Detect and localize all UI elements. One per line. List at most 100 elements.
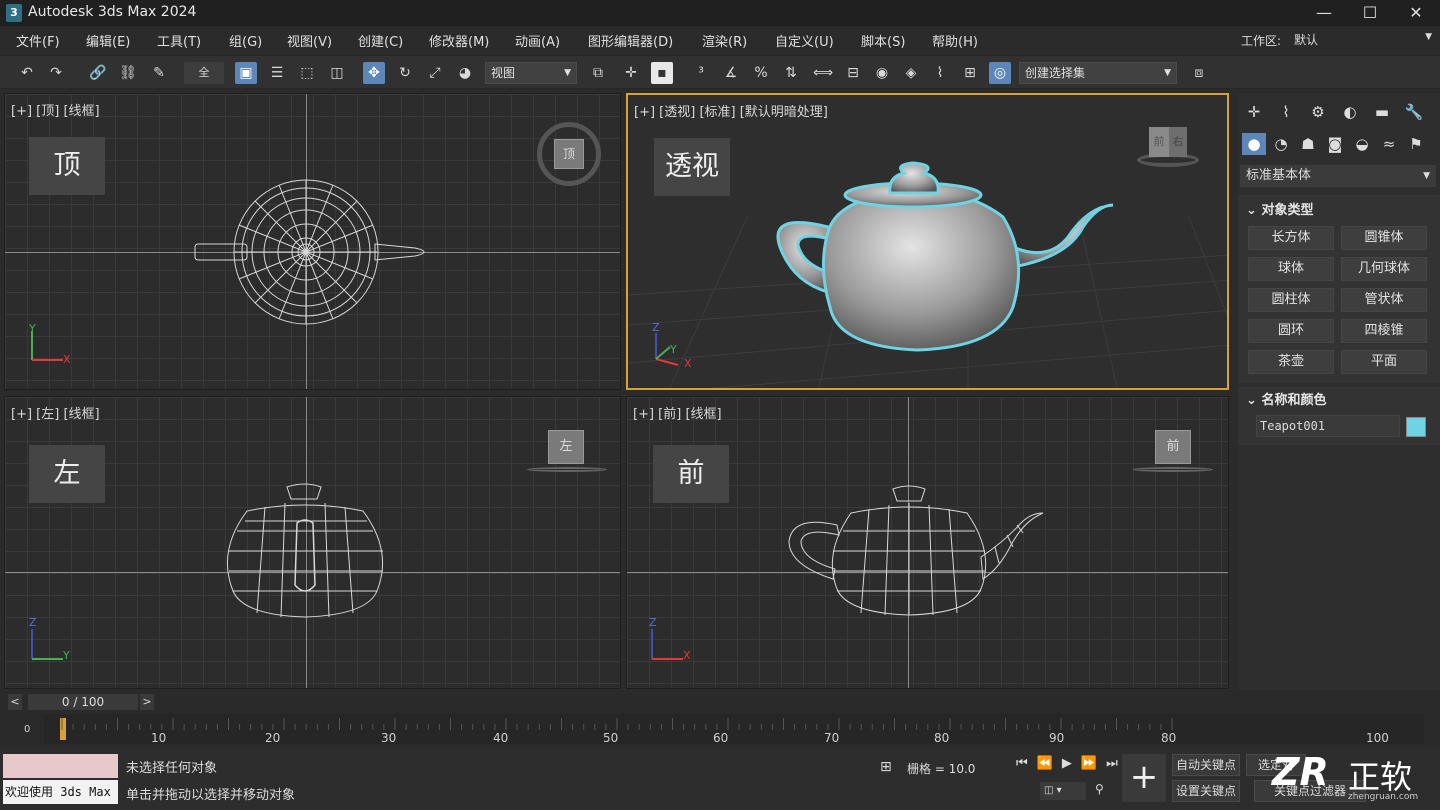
- viewport-left[interactable]: [+] [左] [线框] 左 左 Z Y: [4, 396, 621, 689]
- mirror-icon[interactable]: ⟺: [812, 62, 834, 84]
- teapot-top-wireframe[interactable]: [185, 174, 435, 334]
- move-icon[interactable]: ✥: [363, 62, 385, 84]
- pyramid-button[interactable]: 四棱锥: [1341, 319, 1427, 343]
- object-type-rollout-header[interactable]: ⌄ 对象类型: [1246, 199, 1313, 218]
- go-to-start-icon[interactable]: ⏮: [1016, 756, 1028, 771]
- workspace-dropdown[interactable]: 默认 ▼: [1290, 29, 1436, 49]
- set-key-button[interactable]: 设置关键点: [1172, 780, 1240, 802]
- set-key-plus-button[interactable]: +: [1122, 754, 1166, 802]
- time-slider[interactable]: 0 / 100: [28, 694, 138, 710]
- named-selection-set-dropdown[interactable]: 创建选择集 ▼: [1019, 62, 1177, 84]
- select-by-name-icon[interactable]: ☰: [266, 62, 288, 84]
- maxscript-listener-input[interactable]: [3, 754, 118, 778]
- pivot-icon[interactable]: ⧉: [587, 62, 609, 84]
- timeline-next-button[interactable]: >: [140, 694, 154, 710]
- sphere-button[interactable]: 球体: [1248, 257, 1334, 281]
- box-button[interactable]: 长方体: [1248, 226, 1334, 250]
- place-icon[interactable]: ◕: [454, 62, 476, 84]
- go-to-end-icon[interactable]: ⏭: [1106, 756, 1118, 771]
- selection-filter-icon[interactable]: 全: [184, 62, 224, 84]
- auto-key-button[interactable]: 自动关键点: [1172, 754, 1240, 776]
- menu-graph-editors[interactable]: 图形编辑器(D): [588, 31, 673, 50]
- previous-frame-icon[interactable]: ⏪: [1037, 756, 1053, 771]
- snaps-toggle-icon[interactable]: ³: [690, 62, 712, 84]
- viewcube[interactable]: 前 右: [1137, 125, 1199, 169]
- timeline-prev-button[interactable]: <: [8, 694, 22, 710]
- lights-icon[interactable]: ☗: [1296, 133, 1320, 155]
- viewport-top[interactable]: [+] [顶] [线框] 顶 顶 Y X: [4, 93, 621, 390]
- current-frame-field[interactable]: ◫ ▾: [1040, 782, 1086, 800]
- spinner-snap-icon[interactable]: ⇅: [780, 62, 802, 84]
- window-crossing-icon[interactable]: ◫: [326, 62, 348, 84]
- minimize-button[interactable]: —: [1301, 0, 1347, 26]
- helpers-icon[interactable]: ◒: [1350, 133, 1374, 155]
- teapot-button[interactable]: 茶壶: [1248, 350, 1334, 374]
- rect-selection-icon[interactable]: ⬚: [296, 62, 318, 84]
- viewcube[interactable]: 顶: [537, 122, 601, 186]
- object-name-field[interactable]: Teapot001: [1256, 415, 1400, 437]
- modify-tab-icon[interactable]: ⌇: [1274, 101, 1298, 123]
- geosphere-button[interactable]: 几何球体: [1341, 257, 1427, 281]
- curve-editor-icon[interactable]: ⌇: [929, 62, 951, 84]
- reference-coord-dropdown[interactable]: 视图 ▼: [485, 62, 577, 84]
- systems-icon[interactable]: ⚑: [1404, 133, 1428, 155]
- geometry-icon[interactable]: ●: [1242, 133, 1266, 155]
- manipulate-icon[interactable]: ✛: [620, 62, 642, 84]
- unlink-icon[interactable]: ⛓: [117, 62, 139, 84]
- plane-button[interactable]: 平面: [1341, 350, 1427, 374]
- hierarchy-tab-icon[interactable]: ⚙: [1306, 101, 1330, 123]
- teapot-left-wireframe[interactable]: [217, 481, 397, 621]
- viewcube-face[interactable]: 前: [1155, 430, 1191, 464]
- menu-scripting[interactable]: 脚本(S): [861, 31, 905, 50]
- viewport-perspective[interactable]: [+] [透视] [标准] [默认明暗处理] 透视 前 右 Z Y X: [626, 93, 1229, 390]
- redo-icon[interactable]: ↷: [45, 62, 67, 84]
- viewport-label[interactable]: [+] [顶] [线框]: [11, 100, 100, 119]
- viewcube-face-front[interactable]: 前: [1149, 127, 1169, 157]
- percent-snap-icon[interactable]: %: [750, 62, 772, 84]
- next-frame-icon[interactable]: ⏩: [1081, 756, 1097, 771]
- shapes-icon[interactable]: ◔: [1269, 133, 1293, 155]
- layer-explorer-icon[interactable]: ◈: [900, 62, 922, 84]
- align-icon[interactable]: ⊟: [842, 62, 864, 84]
- link-icon[interactable]: 🔗: [87, 62, 109, 84]
- material-editor-icon[interactable]: ◎: [989, 62, 1011, 84]
- viewcube-face[interactable]: 顶: [554, 139, 584, 169]
- object-color-swatch[interactable]: [1406, 417, 1426, 437]
- key-mode-icon[interactable]: ⚲: [1095, 782, 1104, 796]
- viewport-front[interactable]: [+] [前] [线框] 前 前 Z X: [626, 396, 1229, 689]
- close-button[interactable]: ✕: [1393, 0, 1439, 26]
- cameras-icon[interactable]: ◙: [1323, 133, 1347, 155]
- menu-tools[interactable]: 工具(T): [157, 31, 201, 50]
- spacewarps-icon[interactable]: ≈: [1377, 133, 1401, 155]
- viewcube-face[interactable]: 左: [548, 430, 584, 464]
- maxscript-output[interactable]: 欢迎使用 3ds Max: [3, 780, 118, 804]
- angle-snap-icon[interactable]: ∡: [720, 62, 742, 84]
- undo-icon[interactable]: ↶: [16, 62, 38, 84]
- menu-create[interactable]: 创建(C): [358, 31, 403, 50]
- select-object-icon[interactable]: ▣: [235, 62, 257, 84]
- viewport-label[interactable]: [+] [透视] [标准] [默认明暗处理]: [634, 101, 828, 120]
- cone-button[interactable]: 圆锥体: [1341, 226, 1427, 250]
- name-color-rollout-header[interactable]: ⌄ 名称和颜色: [1246, 389, 1326, 408]
- menu-customize[interactable]: 自定义(U): [775, 31, 834, 50]
- scene-explorer-icon[interactable]: ◉: [871, 62, 893, 84]
- menu-file[interactable]: 文件(F): [16, 31, 60, 50]
- menu-animation[interactable]: 动画(A): [515, 31, 560, 50]
- viewcube-ring[interactable]: [527, 467, 607, 472]
- cylinder-button[interactable]: 圆柱体: [1248, 288, 1334, 312]
- create-tab-icon[interactable]: ✛: [1242, 101, 1266, 123]
- menu-group[interactable]: 组(G): [229, 31, 262, 50]
- menu-help[interactable]: 帮助(H): [932, 31, 978, 50]
- menu-modifiers[interactable]: 修改器(M): [429, 31, 489, 50]
- teapot-front-wireframe[interactable]: [785, 483, 1050, 618]
- rotate-icon[interactable]: ↻: [394, 62, 416, 84]
- viewport-label[interactable]: [+] [前] [线框]: [633, 403, 722, 422]
- scale-icon[interactable]: ⤢: [424, 62, 446, 84]
- primitive-type-dropdown[interactable]: 标准基本体 ▼: [1240, 165, 1436, 187]
- play-icon[interactable]: ▶: [1062, 756, 1072, 771]
- teapot-shaded[interactable]: [768, 157, 1128, 367]
- viewcube-face-right[interactable]: 右: [1169, 127, 1187, 157]
- menu-view[interactable]: 视图(V): [287, 31, 332, 50]
- torus-button[interactable]: 圆环: [1248, 319, 1334, 343]
- maximize-button[interactable]: ☐: [1347, 0, 1393, 26]
